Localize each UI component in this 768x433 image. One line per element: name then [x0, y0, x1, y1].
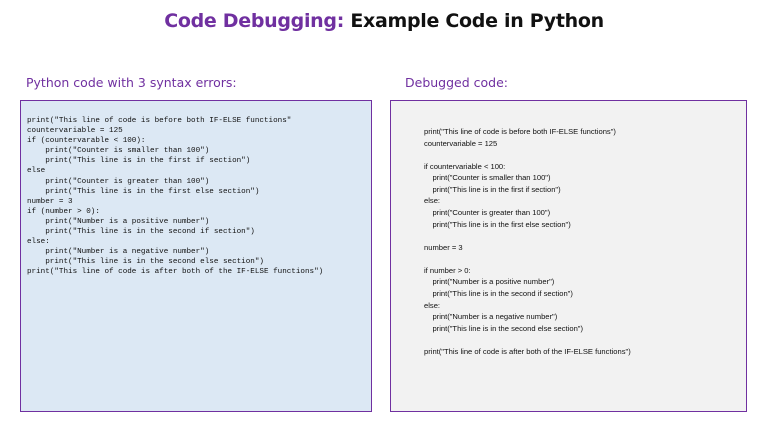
code-line: print("Number is a negative number") [424, 312, 558, 322]
code-line: print("Counter is smaller than 100") [424, 173, 551, 183]
code-line: countervariable = 125 [424, 138, 498, 148]
code-line: print("Counter is greater than 100") [424, 208, 551, 218]
code-line: if countervariable < 100: [424, 161, 506, 171]
left-pane-label: Python code with 3 syntax errors: [26, 75, 237, 90]
code-line: print("This line is in the first if sect… [424, 184, 561, 194]
code-line: print("This line is in the second if sec… [424, 289, 573, 299]
code-line: print("This line is in the second else s… [424, 323, 584, 333]
page-title-rest: Example Code in Python [344, 10, 604, 32]
buggy-code-panel: print("This line of code is before both … [20, 100, 372, 412]
code-line: print("Number is a positive number") [424, 277, 555, 287]
debugged-code-panel: print("This line of code is before both … [390, 100, 747, 412]
buggy-code-block: print("This line of code is before both … [27, 117, 324, 277]
page-title-accent: Code Debugging: [164, 10, 345, 32]
code-line: print("This line of code is after both o… [424, 346, 631, 356]
right-pane-label: Debugged code: [405, 75, 508, 90]
code-line: print("This line of code is before both … [424, 127, 616, 136]
page-title: Code Debugging: Example Code in Python [0, 10, 768, 32]
code-line: print("This line is in the first else se… [424, 219, 571, 229]
code-line: else: [424, 196, 441, 206]
code-line: else: [424, 300, 441, 310]
code-line: number = 3 [424, 242, 463, 252]
code-line: if number > 0: [424, 265, 471, 275]
debugged-code-block: print("This line of code is before both … [424, 126, 631, 358]
